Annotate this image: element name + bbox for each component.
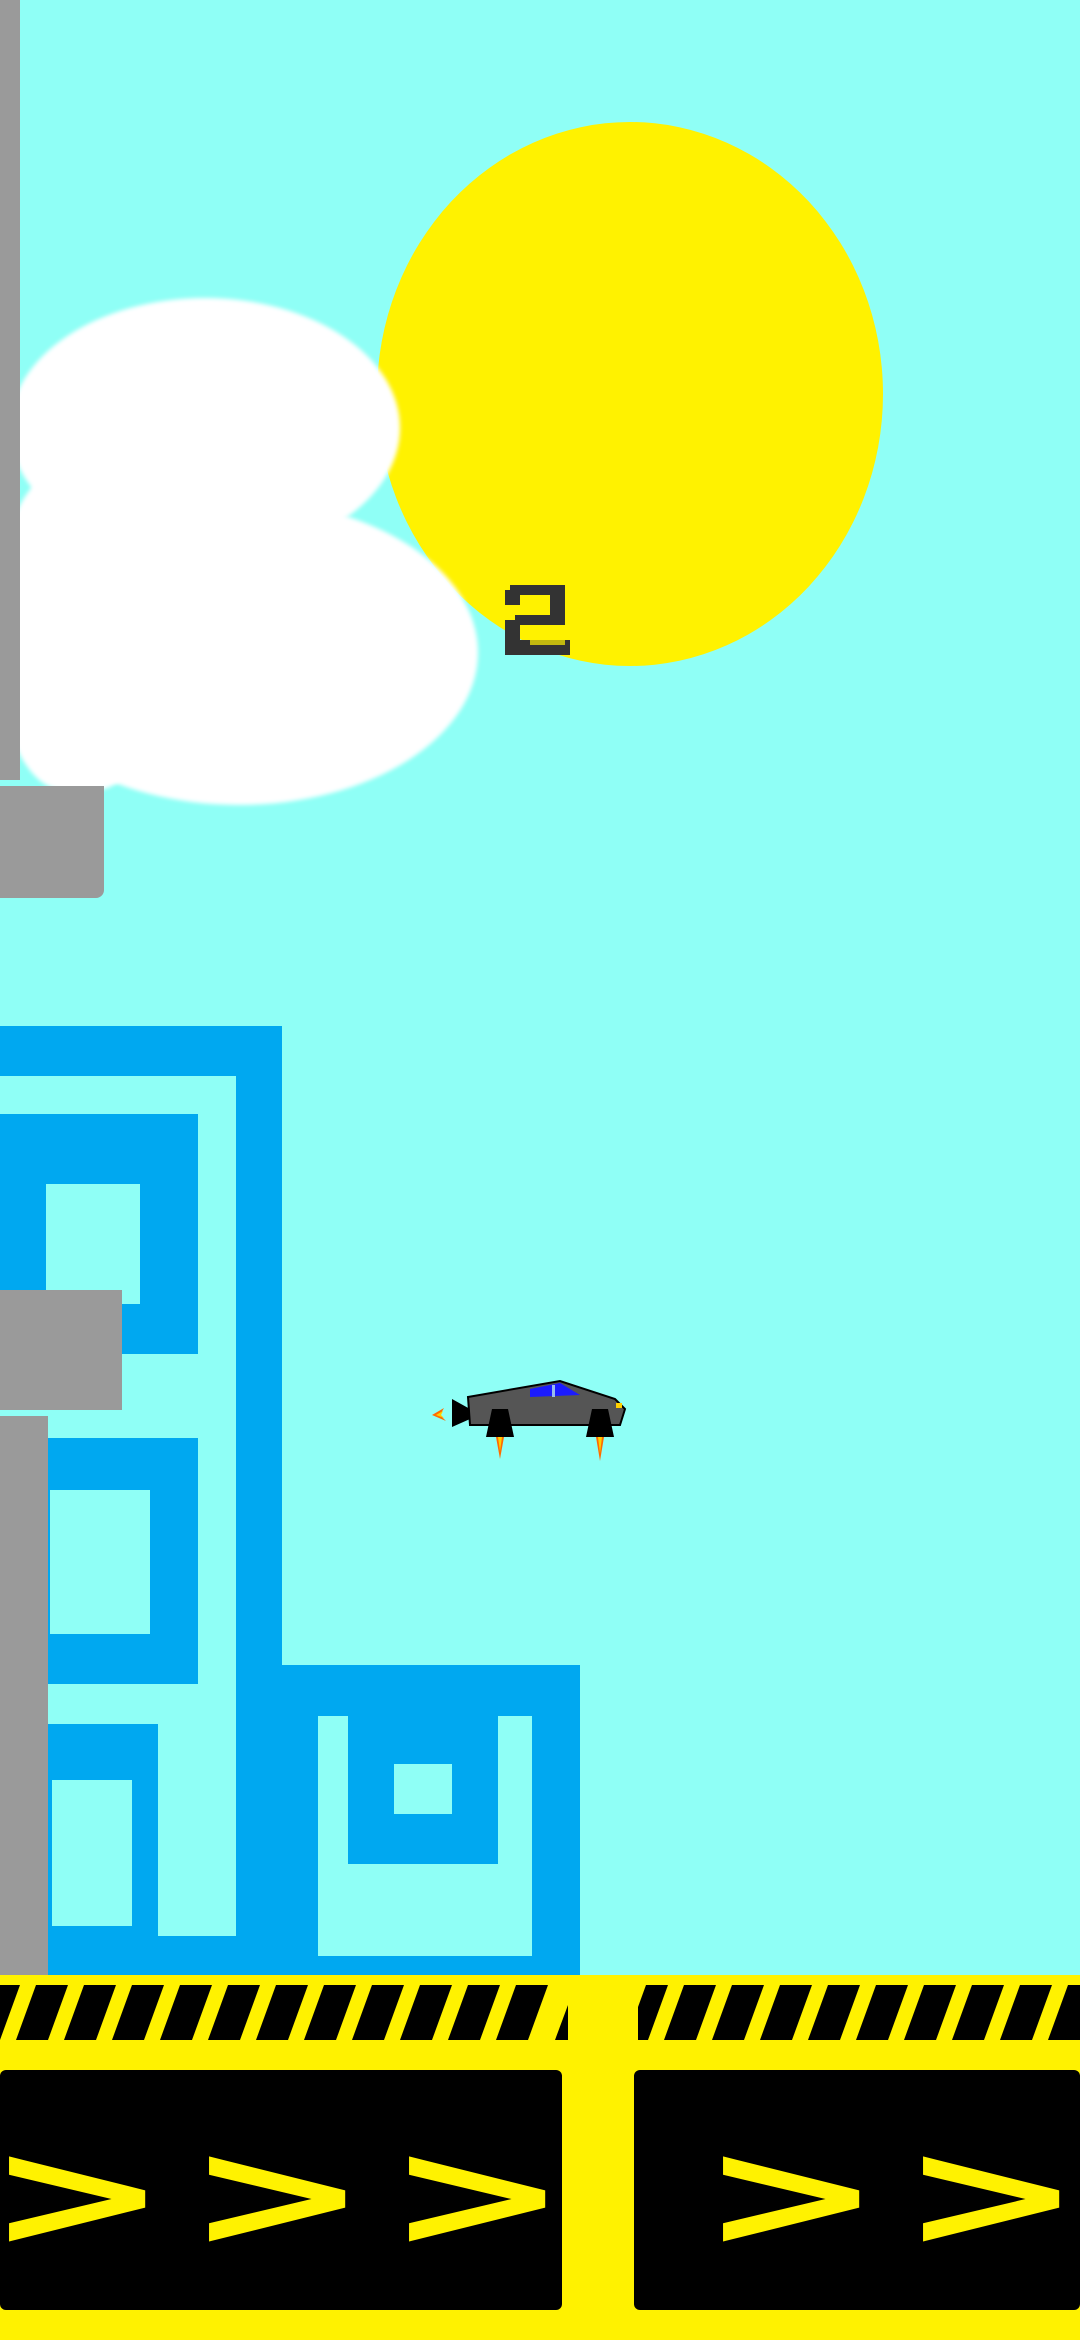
ground-chevron: > (900, 2108, 1080, 2282)
game-scene[interactable]: 2 (0, 0, 1080, 2340)
top-pipe-cap (0, 786, 104, 898)
building-window (50, 1490, 150, 1634)
top-pipe (0, 0, 20, 780)
building-window (46, 1184, 140, 1304)
building-window (52, 1780, 132, 1926)
score-digit (505, 585, 570, 655)
hazard-stripes-left (0, 1985, 568, 2040)
ground-chevron: > (0, 2108, 169, 2282)
building-channel (158, 1724, 236, 1936)
hazard-stripes-right (638, 1985, 1080, 2040)
annex-window (394, 1764, 452, 1814)
cloud-left (0, 470, 160, 790)
ground-chevron: > (186, 2108, 369, 2282)
player-flying-car (430, 1375, 630, 1475)
ground-chevron: > (700, 2108, 883, 2282)
bottom-pipe (0, 1416, 48, 1976)
bottom-pipe-cap (0, 1290, 122, 1410)
ground-chevron: > (386, 2108, 569, 2282)
flying-car-icon (432, 1379, 627, 1461)
score-display: 2 (500, 580, 580, 660)
